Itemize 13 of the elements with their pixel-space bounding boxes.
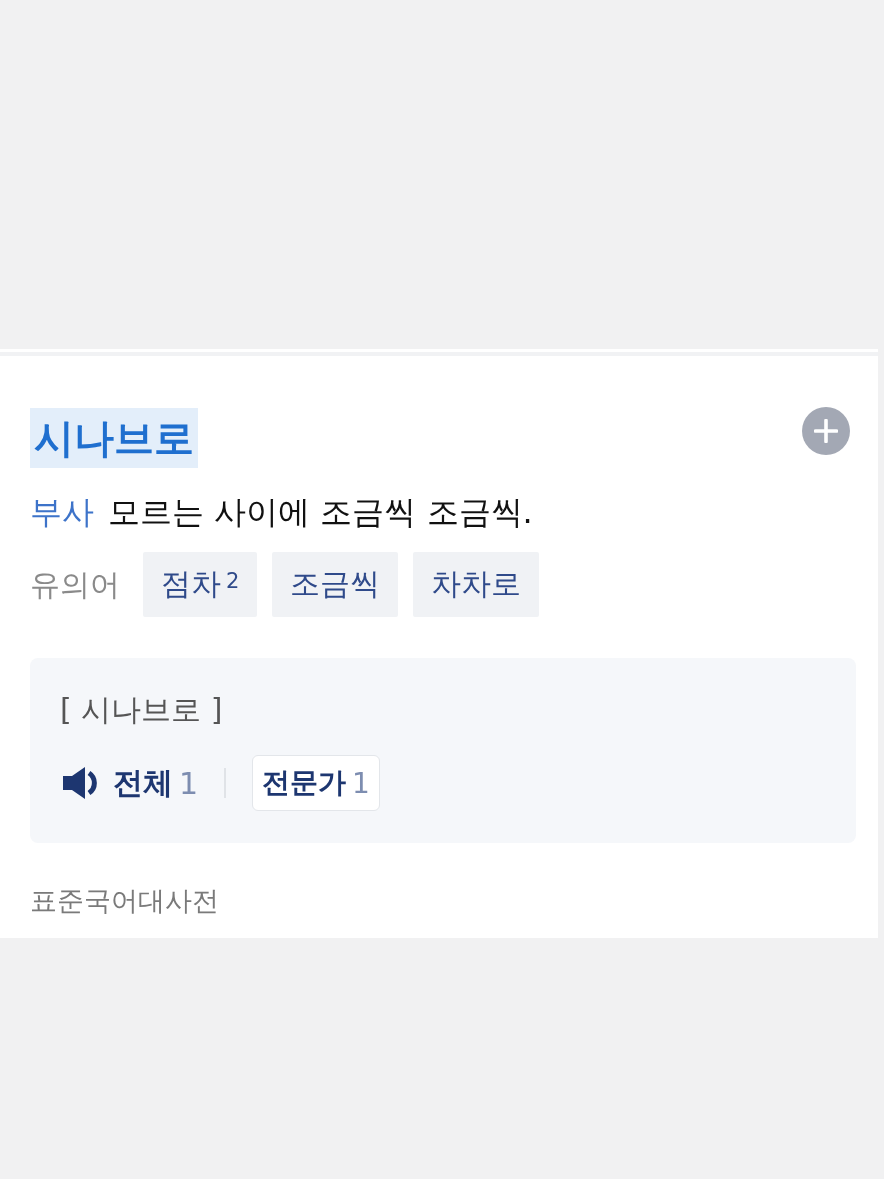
headword: 시나브로: [30, 408, 198, 468]
definition-text: 모르는 사이에 조금씩 조금씩.: [108, 492, 533, 532]
play-pronunciation-button[interactable]: 전체 1: [60, 755, 199, 811]
add-button[interactable]: [802, 407, 850, 455]
synonym-label: 유의어: [30, 565, 120, 604]
pronunciation-text: [ 시나브로 ]: [60, 691, 223, 729]
part-of-speech-label: 부사: [30, 492, 94, 532]
plus-icon: [814, 419, 838, 443]
synonym-link[interactable]: 차차로: [413, 552, 540, 617]
dictionary-source: 표준국어대사전: [30, 884, 219, 918]
expert-filter-button[interactable]: 전문가 1: [252, 755, 380, 811]
synonym-link[interactable]: 조금씩: [272, 552, 399, 617]
synonym-link[interactable]: 점차$^{2}$: [143, 552, 258, 617]
